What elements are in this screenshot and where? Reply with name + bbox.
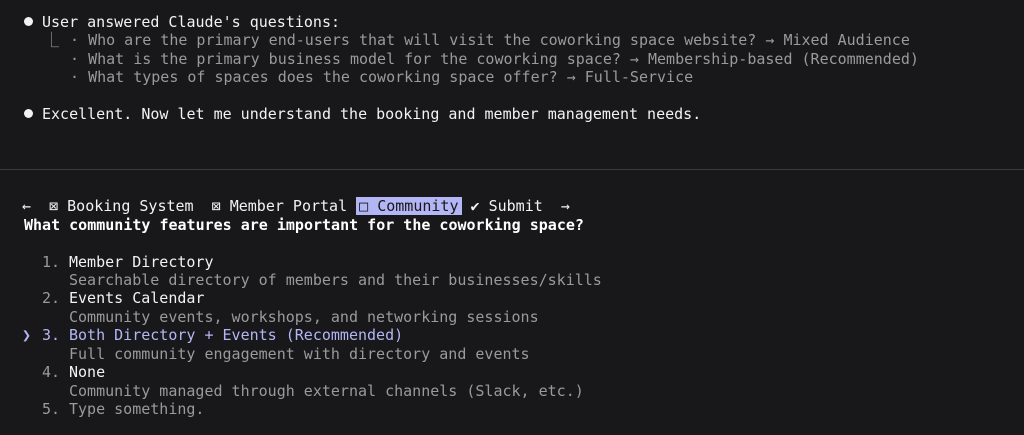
question-nav: ← ⊠ Booking System ⊠ Member Portal □ Com… bbox=[22, 179, 570, 215]
option-label[interactable]: Events Calendar bbox=[69, 289, 204, 307]
checked-box-icon: ⊠ bbox=[49, 197, 59, 215]
option-description: Community events, workshops, and network… bbox=[69, 308, 539, 326]
qa-answer: Mixed Audience bbox=[783, 31, 910, 49]
empty-box-icon: □ bbox=[359, 197, 369, 215]
assistant-message: Excellent. Now let me understand the boo… bbox=[42, 105, 702, 123]
arrow-icon: → bbox=[629, 50, 639, 68]
option-description: Searchable directory of members and thei… bbox=[69, 271, 602, 289]
option-description: Full community engagement with directory… bbox=[69, 345, 530, 363]
option-label[interactable]: None bbox=[69, 363, 105, 381]
arrow-icon: → bbox=[566, 68, 576, 86]
checked-box-icon: ⊠ bbox=[211, 197, 221, 215]
tab-member-portal[interactable]: ⊠ Member Portal bbox=[212, 197, 347, 215]
tab-label: Submit bbox=[488, 197, 543, 215]
prev-arrow-icon[interactable]: ← bbox=[22, 197, 31, 215]
qa-question: What types of spaces does the coworking … bbox=[88, 68, 558, 86]
option-number: 4. bbox=[42, 363, 61, 381]
qa-answer: Full-Service bbox=[584, 68, 694, 86]
option-number: 2. bbox=[42, 289, 61, 307]
tab-label: Community bbox=[377, 197, 459, 215]
option-number: 5. bbox=[42, 400, 61, 418]
qa-question: Who are the primary end-users that will … bbox=[88, 31, 757, 49]
selection-pointer-icon: ❯ bbox=[22, 326, 32, 344]
tab-label: Booking System bbox=[67, 197, 194, 215]
option-number: 3. bbox=[42, 326, 61, 344]
tree-connector-icon: ⎿ bbox=[44, 31, 60, 49]
tab-community[interactable]: □ Community bbox=[356, 197, 462, 215]
qa-question: What is the primary business model for t… bbox=[88, 50, 621, 68]
qa-item: · What is the primary business model for… bbox=[70, 50, 919, 68]
tab-submit[interactable]: ✔ Submit bbox=[471, 197, 543, 215]
option-label-selected[interactable]: Both Directory + Events (Recommended) bbox=[69, 326, 403, 344]
divider bbox=[0, 169, 1024, 170]
tab-booking-system[interactable]: ⊠ Booking System bbox=[49, 197, 194, 215]
arrow-icon: → bbox=[765, 31, 775, 49]
qa-answer: Membership-based (Recommended) bbox=[647, 50, 919, 68]
option-type-something[interactable]: Type something. bbox=[69, 400, 204, 418]
bullet-icon bbox=[24, 109, 33, 118]
next-arrow-icon[interactable]: → bbox=[561, 197, 570, 215]
check-icon: ✔ bbox=[470, 197, 480, 215]
option-number: 1. bbox=[42, 253, 61, 271]
tab-label: Member Portal bbox=[229, 197, 348, 215]
option-label[interactable]: Member Directory bbox=[69, 253, 214, 271]
answered-header: User answered Claude's questions: bbox=[42, 13, 341, 31]
bullet-icon bbox=[24, 17, 33, 26]
question-text: What community features are important fo… bbox=[24, 216, 584, 234]
option-description: Community managed through external chann… bbox=[69, 382, 584, 400]
qa-item: · What types of spaces does the coworkin… bbox=[70, 68, 694, 86]
qa-item: · Who are the primary end-users that wil… bbox=[70, 31, 910, 49]
